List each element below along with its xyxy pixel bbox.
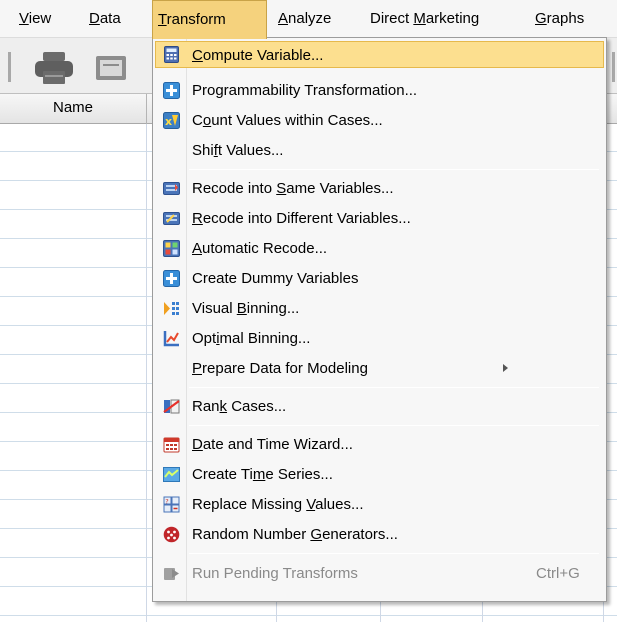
menu-item-label: Create Time Series... [192,466,333,483]
svg-text:x: x [165,115,172,128]
menu-transform[interactable]: Transform [152,0,267,39]
dummy-variables-plus-icon [163,270,180,287]
menu-item-label: Programmability Transformation... [192,82,418,99]
menu-item-label: Optimal Binning... [192,330,311,347]
menu-item-label: Create Dummy Variables [192,270,359,287]
recode-different-icon [163,212,180,225]
optimal-binning-icon [163,331,179,347]
shortcut-label: Ctrl+G [536,565,580,582]
menu-item-shift-values[interactable]: Shift Values... [155,137,604,164]
menu-item-prepare-data-for-modeling[interactable]: Prepare Data for Modeling [155,355,604,382]
menu-item-rank-cases[interactable]: Rank Cases... [155,393,604,420]
automatic-recode-icon [163,240,180,257]
menu-item-compute-variable[interactable]: Compute Variable... [155,41,604,68]
menu-item-count-values[interactable]: x Count Values within Cases... [155,107,604,134]
menu-item-date-time-wizard[interactable]: Date and Time Wizard... [155,431,604,458]
menu-graphs[interactable]: Graphs [535,0,584,38]
replace-missing-icon: ? [163,496,180,513]
menu-item-automatic-recode[interactable]: Automatic Recode... [155,235,604,262]
menubar: View Data Transform Analyze Direct Marke… [0,0,617,39]
menu-item-label: Rank Cases... [192,398,287,415]
column-header-name[interactable]: Name [0,94,147,124]
menu-item-label: Count Values within Cases... [192,112,383,129]
menu-item-label: Run Pending Transforms [192,565,358,582]
menu-item-label: Date and Time Wizard... [192,436,353,453]
menu-item-run-pending-transforms[interactable]: Run Pending Transforms Ctrl+G [155,560,604,587]
menu-item-programmability-transformation[interactable]: Programmability Transformation... [155,77,604,104]
menu-item-label: Random Number Generators... [192,526,398,543]
menu-item-recode-different[interactable]: Recode into Different Variables... [155,205,604,232]
menu-item-create-time-series[interactable]: Create Time Series... [155,461,604,488]
menu-data[interactable]: Data [89,0,121,38]
menu-item-label: Automatic Recode... [192,240,328,257]
menu-direct-marketing[interactable]: Direct Marketing [370,0,479,38]
menu-separator [189,553,599,554]
visual-binning-icon [164,302,179,315]
menu-item-replace-missing-values[interactable]: ? Replace Missing Values... [155,491,604,518]
menu-item-label: Recode into Same Variables... [192,180,394,197]
menu-separator [189,387,599,388]
run-pending-icon [164,568,179,580]
menu-item-recode-same[interactable]: Recode into Same Variables... [155,175,604,202]
menu-analyze[interactable]: Analyze [278,0,331,38]
toolbar-grip [8,52,11,82]
print-icon[interactable] [33,51,75,85]
menu-view[interactable]: View [19,0,51,38]
menu-item-random-number-generators[interactable]: Random Number Generators... [155,521,604,548]
menu-item-optimal-binning[interactable]: Optimal Binning... [155,325,604,352]
date-time-wizard-icon [163,437,180,453]
count-values-icon: x [163,112,180,129]
time-series-icon [163,467,180,482]
dialog-recall-icon[interactable] [93,50,133,86]
toolbar-grip-right [612,52,615,82]
menu-item-visual-binning[interactable]: Visual Binning... [155,295,604,322]
svg-text:?: ? [165,497,168,505]
programmability-plus-icon [163,82,180,99]
recode-same-icon [163,182,180,195]
compute-variable-icon [164,46,179,63]
menu-item-label: Prepare Data for Modeling [192,360,368,377]
menu-separator [189,169,599,170]
menu-item-label: Shift Values... [192,142,284,159]
submenu-arrow-icon [503,364,508,372]
random-dice-icon [163,526,180,543]
rank-cases-icon [163,399,180,414]
menu-item-label: Recode into Different Variables... [192,210,411,227]
transform-dropdown-menu: Compute Variable... Programmability Tran… [152,37,607,602]
menu-item-create-dummy-variables[interactable]: Create Dummy Variables [155,265,604,292]
menu-separator [189,425,599,426]
menu-item-label: Compute Variable... [192,47,324,64]
menu-item-label: Visual Binning... [192,300,300,317]
menu-item-label: Replace Missing Values... [192,496,364,513]
